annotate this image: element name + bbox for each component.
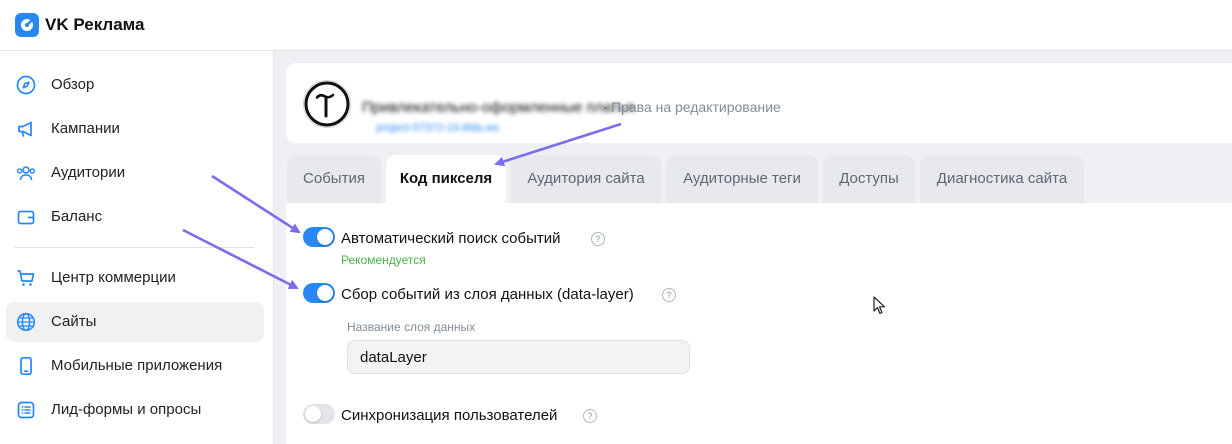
site-header-card: Привлекательно-оформленные платья · Прав… — [286, 63, 1232, 143]
site-edit-rights: Права на редактирование — [611, 99, 781, 115]
tab-site-diagnostics[interactable]: Диагностика сайта — [920, 155, 1084, 203]
mouse-cursor-icon — [873, 296, 886, 315]
wallet-icon — [17, 210, 35, 225]
sidebar-item-mobile-apps[interactable]: Мобильные приложения — [6, 346, 264, 386]
sidebar-item-overview[interactable]: Обзор — [6, 65, 264, 105]
main-content: Привлекательно-оформленные платья · Прав… — [274, 51, 1232, 444]
sidebar-item-commerce[interactable]: Центр коммерции — [6, 258, 264, 298]
sidebar-item-label: Лид-формы и опросы — [51, 401, 202, 418]
sidebar-item-campaigns[interactable]: Кампании — [6, 109, 264, 149]
sync-users-label: Синхронизация пользователей — [341, 407, 558, 424]
sidebar-item-audiences[interactable]: Аудитории — [6, 153, 264, 193]
pixel-code-panel: Автоматический поиск событий ? Рекоменду… — [286, 203, 1232, 444]
data-layer-name-label: Название слоя данных — [347, 320, 476, 334]
tab-access[interactable]: Доступы — [823, 155, 915, 203]
top-bar: VK Реклама — [0, 0, 1232, 51]
megaphone-icon — [18, 121, 32, 137]
recommended-note: Рекомендуется — [341, 253, 426, 267]
sidebar-item-label: Мобильные приложения — [51, 357, 223, 374]
sidebar-item-label: Кампании — [51, 120, 120, 137]
sidebar-item-label: Аудитории — [51, 164, 126, 181]
users-icon — [16, 166, 36, 181]
sync-users-toggle[interactable] — [303, 404, 335, 424]
sidebar-item-lead-forms[interactable]: Лид-формы и опросы — [6, 390, 264, 430]
data-layer-label: Сбор событий из слоя данных (data-layer) — [341, 286, 634, 303]
tab-pixel-code[interactable]: Код пикселя — [386, 155, 506, 203]
sidebar-item-label: Сайты — [51, 313, 97, 330]
list-icon — [17, 401, 35, 419]
sync-users-help-icon[interactable]: ? — [583, 409, 597, 423]
compass-icon — [16, 75, 36, 95]
app-brand[interactable]: VK Реклама — [45, 15, 145, 35]
data-layer-toggle[interactable] — [303, 283, 335, 303]
data-layer-help-icon[interactable]: ? — [662, 288, 676, 302]
vk-ads-logo-icon[interactable] — [15, 13, 39, 37]
sidebar-divider — [14, 247, 254, 248]
sidebar-item-label: Баланс — [51, 208, 103, 225]
tab-site-audience[interactable]: Аудитория сайта — [511, 155, 661, 203]
sidebar-item-label: Обзор — [51, 76, 95, 93]
sidebar: Обзор Кампании Аудитории Баланс Центр ко… — [0, 51, 274, 444]
auto-search-toggle[interactable] — [303, 227, 335, 247]
sidebar-item-sites[interactable]: Сайты — [6, 302, 264, 342]
sidebar-item-label: Центр коммерции — [51, 269, 176, 286]
auto-search-label: Автоматический поиск событий — [341, 230, 561, 247]
site-name: Привлекательно-оформленные платья — [362, 99, 635, 116]
cart-icon — [17, 270, 35, 286]
sidebar-item-balance[interactable]: Баланс — [6, 197, 264, 237]
site-name-separator: · — [603, 99, 608, 116]
site-url-link[interactable]: project-57372-19.tilda.ws — [376, 122, 499, 134]
smartphone-icon — [20, 356, 32, 376]
tab-audience-tags[interactable]: Аудиторные теги — [666, 155, 818, 203]
tab-events[interactable]: События — [287, 155, 381, 203]
data-layer-name-input[interactable] — [347, 340, 690, 374]
auto-search-help-icon[interactable]: ? — [591, 232, 605, 246]
tilda-logo-icon — [304, 81, 350, 127]
site-avatar — [303, 80, 351, 128]
globe-icon — [16, 312, 36, 332]
